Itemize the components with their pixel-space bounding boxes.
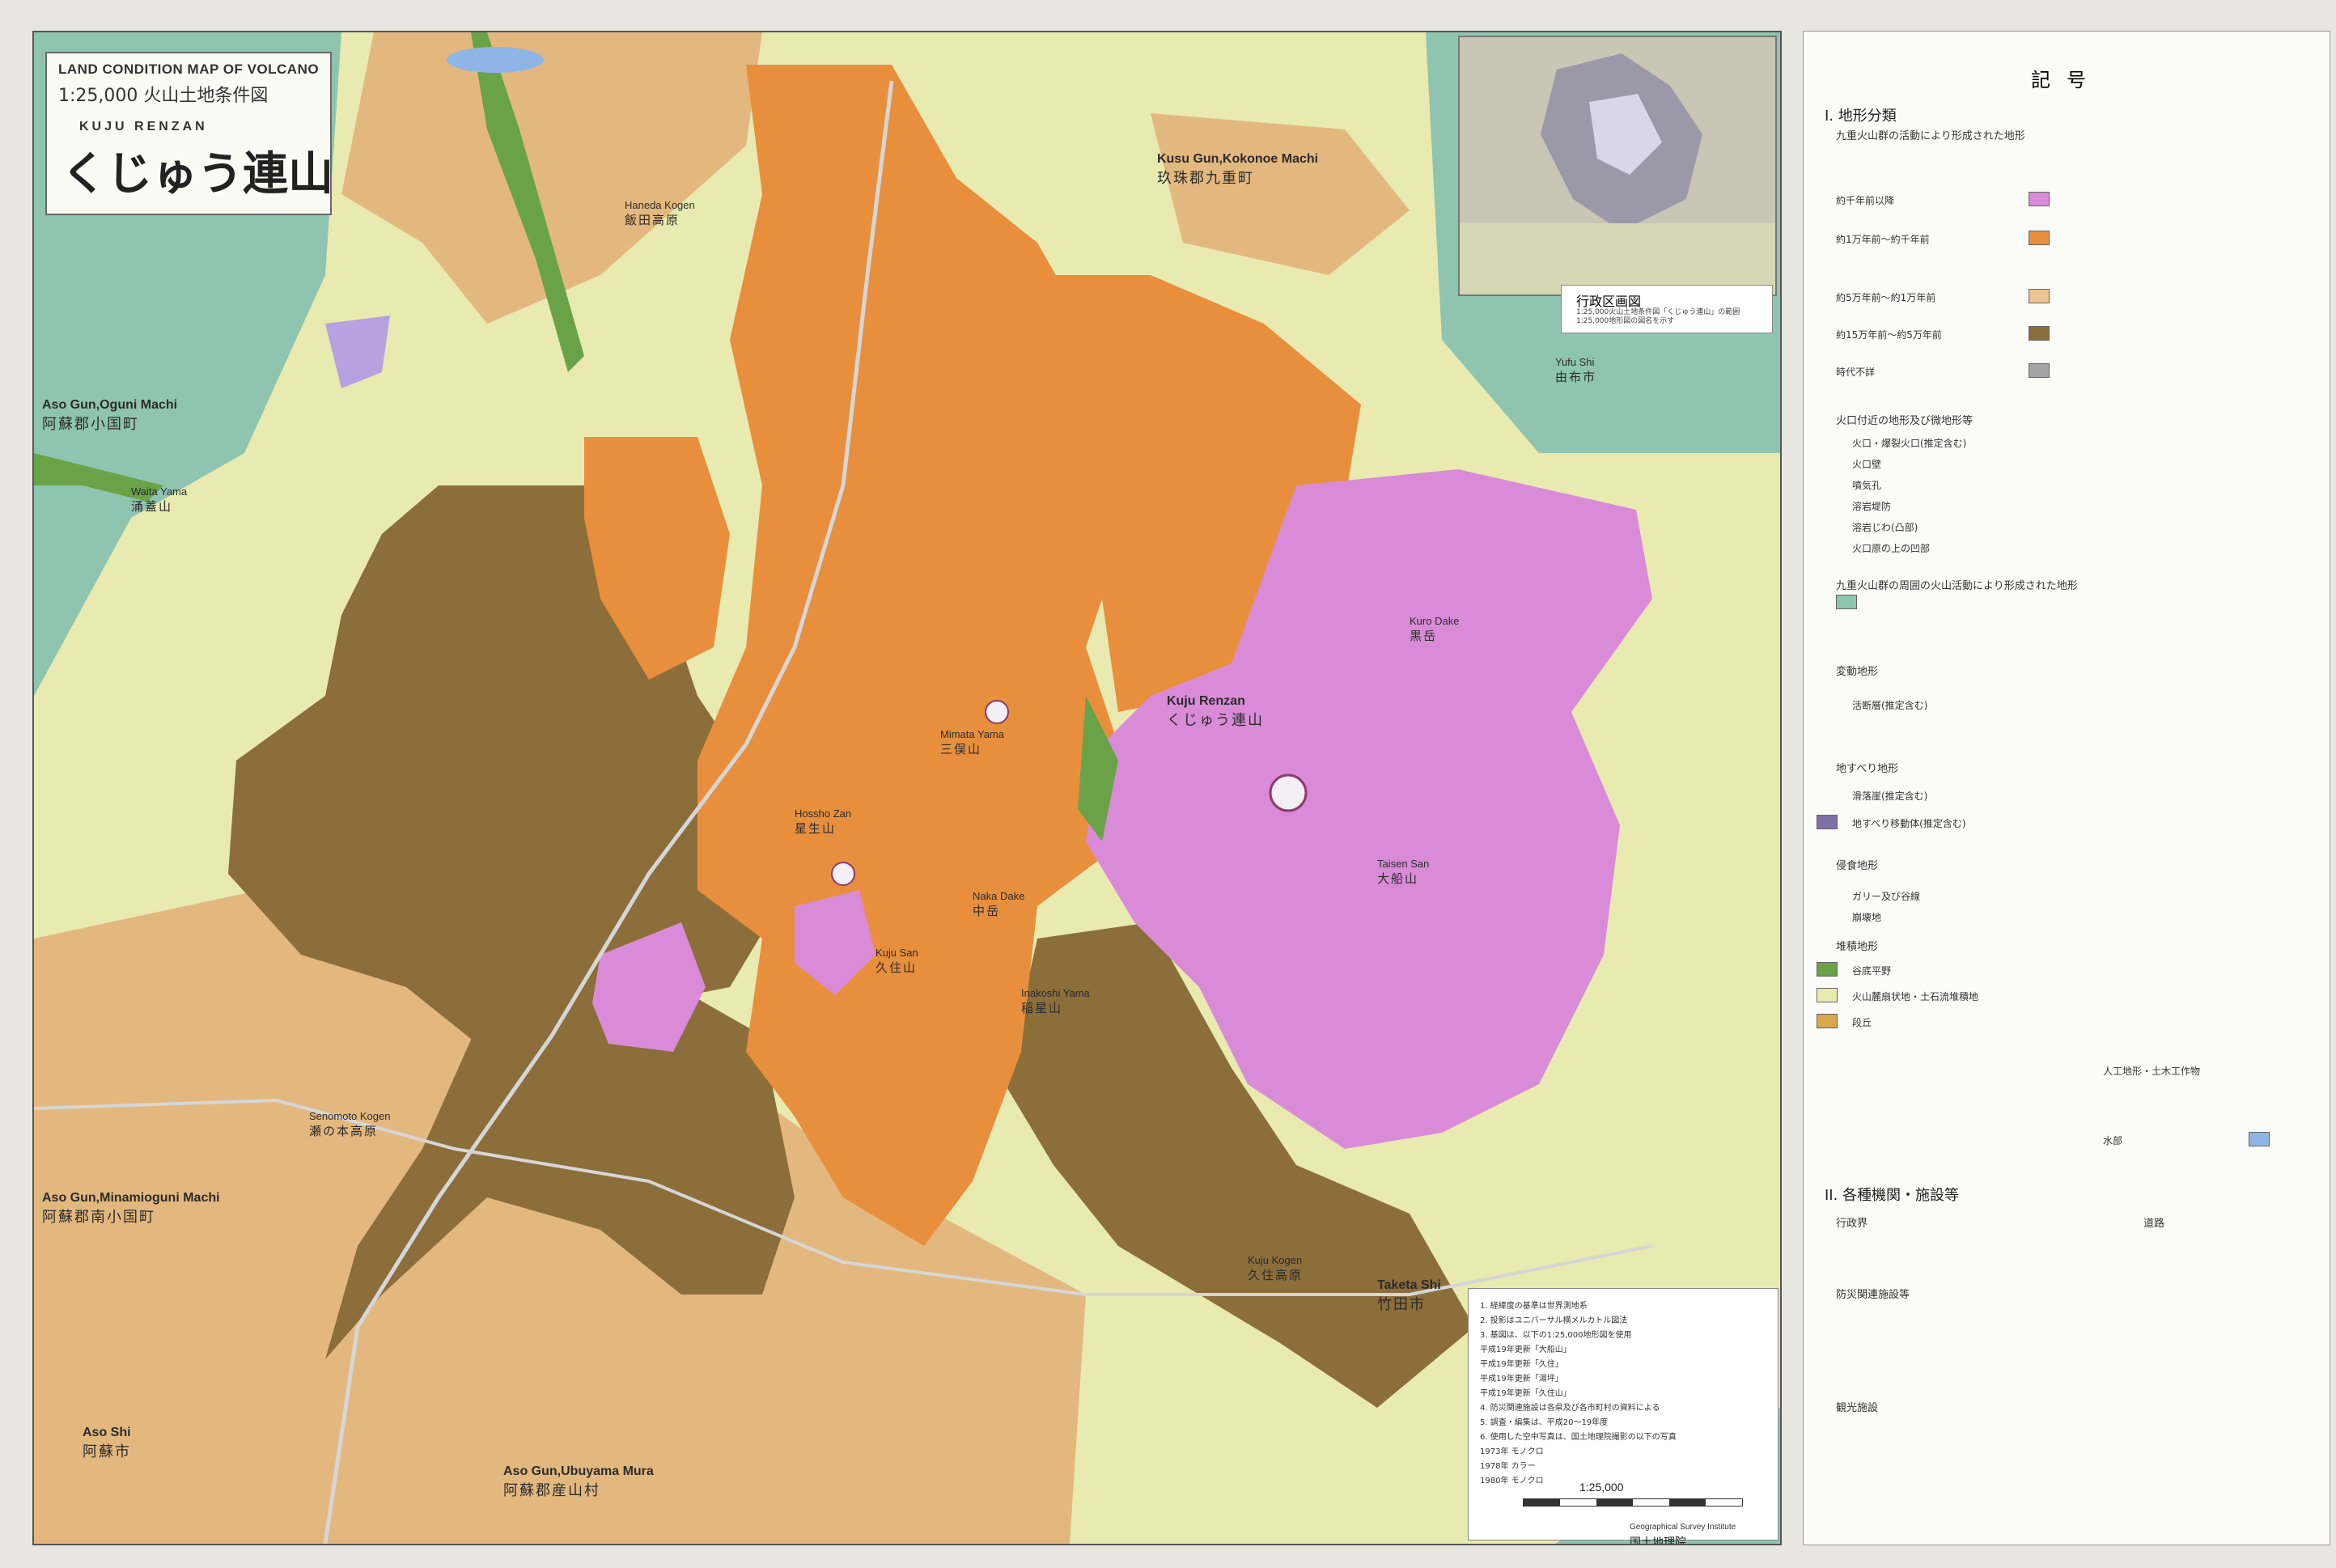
note-line: 6. 使用した空中写真は、国土地理院撮影の以下の写真 <box>1480 1433 1677 1442</box>
note-line: 4. 防災関連施設は各県及び各市町村の資料による <box>1480 1404 1660 1413</box>
crater-nakadake[interactable] <box>1269 773 1308 812</box>
place-oguni: Aso Gun,Oguni Machi 阿蘇郡小国町 <box>42 398 178 433</box>
legend-erosion-item: 崩壊地 <box>1852 912 1882 923</box>
relief-inset-graphic <box>1460 37 1775 295</box>
swatch-water <box>2249 1132 2270 1146</box>
place-hossho: Hossho Zan 星生山 <box>795 807 852 836</box>
legend-row-holocene: 約1万年前～約千年前 <box>1836 234 1930 245</box>
place-kurodake: Kuro Dake 黒岳 <box>1410 615 1460 643</box>
legend-admin: 行政界 <box>1836 1218 1868 1230</box>
note-line: 3. 基図は、以下の1:25,000地形図を使用 <box>1480 1331 1632 1340</box>
place-mimata: Mimata Yama 三俣山 <box>940 728 1004 756</box>
legend-panel: 記号 I. 地形分類 九重火山群の活動により形成された地形 約千年前以降 約1万… <box>1803 31 2330 1545</box>
legend-tourist: 観光施設 <box>1836 1402 1879 1414</box>
legend-fault: 活断層(推定含む) <box>1852 700 1928 711</box>
swatch-landslide <box>1817 815 1838 829</box>
legend-landslide-item: 地すべり移動体(推定含む) <box>1852 818 1966 829</box>
legend-crater-item: 火口壁 <box>1852 459 1882 470</box>
relief-inset-map[interactable] <box>1458 36 1777 296</box>
swatch-older <box>2029 289 2050 303</box>
title-main: くじゅう連山 <box>61 148 333 201</box>
lake <box>447 47 544 73</box>
legend-other-volcano: 九重火山群の周囲の火山活動により形成された地形 <box>1836 580 2078 592</box>
note-line: 1973年 モノクロ <box>1480 1447 1544 1456</box>
crater-mimata[interactable] <box>831 862 855 886</box>
place-minamioguni: Aso Gun,Minamioguni Machi 阿蘇郡南小国町 <box>42 1191 220 1226</box>
title-scale: 1:25,000 火山土地条件図 <box>58 86 269 106</box>
legend-crater-item: 火口・爆裂火口(推定含む) <box>1852 438 1967 449</box>
place-taketa: Taketa Shi 竹田市 <box>1377 1278 1441 1313</box>
place-kuju-kogen: Kuju Kogen 久住高原 <box>1248 1254 1304 1282</box>
legend-row-oldest: 約15万年前～約5万年前 <box>1836 329 1942 341</box>
legend-section-facilities: II. 各種機関・施設等 <box>1825 1187 1960 1204</box>
legend-section-landform: I. 地形分類 <box>1825 108 1897 125</box>
swatch-terrace <box>1817 1014 1838 1028</box>
swatch-other-volcano <box>1836 595 1857 609</box>
legend-deposit-item: 段丘 <box>1852 1017 1872 1028</box>
inset-note: 1:25,000火山土地条件図「くじゅう連山」の範囲 1:25,000地形図の図… <box>1576 308 1740 325</box>
legend-crater-item: 噴気孔 <box>1852 480 1882 491</box>
place-waita: Waita Yama 涌蓋山 <box>131 485 188 514</box>
legend-row-unknown: 時代不詳 <box>1836 367 1876 378</box>
legend-crater-item: 火口原の上の凹部 <box>1852 543 1931 554</box>
legend-road: 道路 <box>2143 1218 2165 1230</box>
legend-heading: 記号 <box>2031 69 2102 91</box>
title-english: LAND CONDITION MAP OF VOLCANO <box>58 61 320 77</box>
legend-crater-item: 溶岩堤防 <box>1852 501 1892 512</box>
place-ubuyama: Aso Gun,Ubuyama Mura 阿蘇郡産山村 <box>503 1464 654 1499</box>
legend-row-older: 約5万年前～約1万年前 <box>1836 292 1936 303</box>
place-kuju-san: Kuju San 久住山 <box>875 947 918 975</box>
title-romaji: KUJU RENZAN <box>79 120 208 133</box>
legend-crater-item: 溶岩じわ(凸部) <box>1852 522 1918 533</box>
note-line: 平成19年更新「大船山」 <box>1480 1346 1571 1354</box>
place-yufu: Yufu Shi 由布市 <box>1555 356 1597 384</box>
legend-landslide-item: 滑落崖(推定含む) <box>1852 790 1928 802</box>
legend-sub-kuju: 九重火山群の活動により形成された地形 <box>1836 130 2025 142</box>
publisher-japanese: 国土地理院 <box>1630 1536 1686 1545</box>
swatch-fan <box>1817 988 1838 1002</box>
legend-landslide: 地すべり地形 <box>1836 763 1899 775</box>
swatch-oldest <box>2029 326 2050 341</box>
scale-label: 1:25,000 <box>1579 1481 1624 1494</box>
note-line: 1. 経緯度の基準は世界測地系 <box>1480 1302 1588 1311</box>
place-haneda: Haneda Kogen 飯田高原 <box>625 199 695 227</box>
legend-erosion: 侵食地形 <box>1836 860 1879 872</box>
publisher-english: Geographical Survey Institute <box>1630 1523 1736 1532</box>
swatch-unknown <box>2029 363 2050 378</box>
map-frame: LAND CONDITION MAP OF VOLCANO 1:25,000 火… <box>32 31 1782 1545</box>
note-line: 平成19年更新「久住」 <box>1480 1360 1563 1369</box>
inset-title: 行政区画図 <box>1576 294 1642 309</box>
swatch-recent <box>2029 192 2050 206</box>
crater-kuju[interactable] <box>985 700 1009 724</box>
legend-deposit: 堆積地形 <box>1836 941 1879 953</box>
place-kokonoe: Kusu Gun,Kokonoe Machi 玖珠郡九重町 <box>1157 152 1319 187</box>
legend-deposit-item: 火山麓扇状地・土石流堆積地 <box>1852 991 1979 1002</box>
legend-erosion-item: ガリー及び谷線 <box>1852 891 1921 902</box>
legend-artificial: 人工地形・土木工作物 <box>2103 1066 2201 1077</box>
legend-deposit-item: 谷底平野 <box>1852 965 1892 977</box>
note-line: 平成19年更新「湯坪」 <box>1480 1375 1563 1384</box>
place-senomoto: Senomoto Kogen 瀬の本高原 <box>309 1110 391 1138</box>
note-line: 1980年 モノクロ <box>1480 1477 1544 1485</box>
scale-bar <box>1523 1498 1743 1507</box>
place-daisen: Taisen San 大船山 <box>1377 858 1430 886</box>
place-inakoshi: Inakoshi Yama 稲星山 <box>1021 987 1090 1015</box>
swatch-valley <box>1817 962 1838 977</box>
legend-disaster: 防災関連施設等 <box>1836 1289 1910 1301</box>
legend-crater-head: 火口付近の地形及び微地形等 <box>1836 415 1974 427</box>
map-title-box: LAND CONDITION MAP OF VOLCANO 1:25,000 火… <box>45 52 333 215</box>
note-line: 5. 調査・編集は、平成20～19年度 <box>1480 1418 1609 1427</box>
swatch-holocene <box>2029 231 2050 245</box>
legend-water: 水部 <box>2103 1135 2123 1146</box>
legend-tectonic: 変動地形 <box>1836 666 1879 678</box>
place-nakadake: Naka Dake 中岳 <box>973 890 1025 918</box>
note-line: 平成19年更新「久住山」 <box>1480 1389 1571 1398</box>
legend-row-recent: 約千年前以降 <box>1836 195 1895 206</box>
place-kuju-renzan: Kuju Renzan くじゅう連山 <box>1167 694 1264 729</box>
note-line: 2. 投影はユニバーサル横メルカトル図法 <box>1480 1316 1628 1325</box>
admin-index-box: 行政区画図 1:25,000火山土地条件図「くじゅう連山」の範囲 1:25,00… <box>1561 285 1773 333</box>
note-line: 1978年 カラー <box>1480 1462 1536 1471</box>
place-aso: Aso Shi 阿蘇市 <box>83 1426 131 1460</box>
